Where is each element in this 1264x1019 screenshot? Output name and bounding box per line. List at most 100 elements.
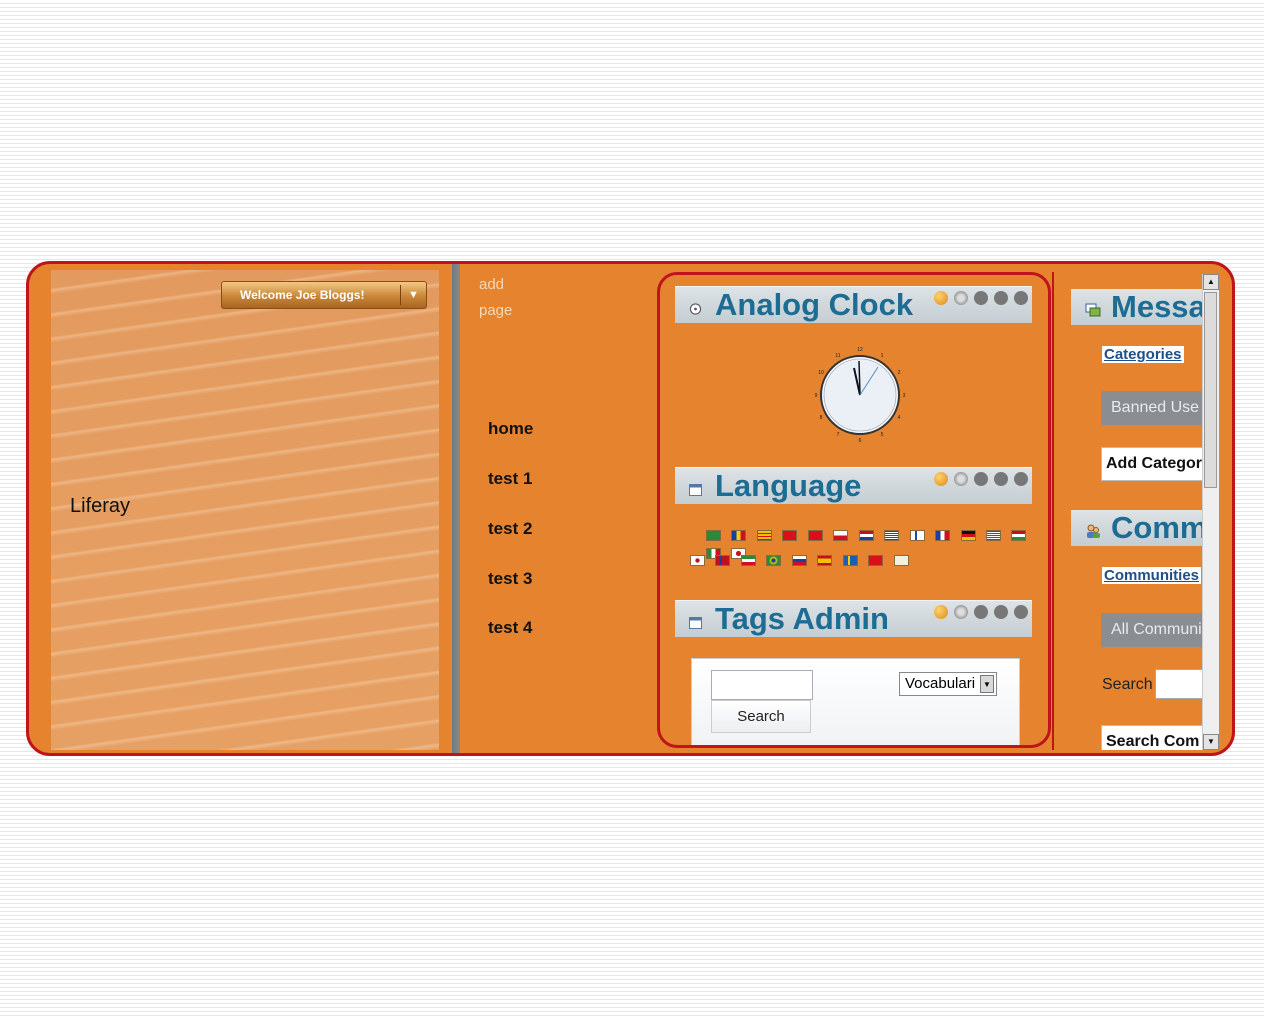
svg-text:11: 11 [835, 353, 840, 359]
flag-icon[interactable] [782, 530, 798, 541]
message-boards-title: Messa [1111, 289, 1206, 324]
configuration-icon[interactable] [954, 605, 968, 619]
language-flags-row-2 [690, 555, 915, 573]
minimize-icon[interactable] [974, 605, 988, 619]
configuration-icon[interactable] [954, 472, 968, 486]
svg-text:4: 4 [898, 415, 901, 421]
flag-icon[interactable] [731, 530, 747, 541]
portal-frame: Welcome Joe Bloggs! ▼ Liferay add page h… [26, 261, 1235, 756]
flag-icon[interactable] [842, 555, 858, 566]
svg-text:3: 3 [903, 393, 906, 399]
flag-icon[interactable] [715, 555, 731, 566]
look-and-feel-icon[interactable] [934, 291, 948, 305]
flag-icon[interactable] [807, 530, 823, 541]
right-column: Messa Categories Banned Use Add Categor … [1052, 272, 1211, 750]
svg-text:10: 10 [818, 370, 824, 376]
portlet-icon [689, 617, 702, 629]
portlet-tools [934, 605, 1032, 623]
all-communities-button[interactable]: All Communi [1101, 613, 1211, 647]
categories-link[interactable]: Categories [1102, 346, 1184, 363]
flag-icon[interactable] [858, 530, 874, 541]
flag-icon[interactable] [868, 555, 884, 566]
site-name: Liferay [70, 495, 131, 517]
close-icon[interactable] [1014, 291, 1028, 305]
flag-icon[interactable] [756, 530, 772, 541]
clock-icon [689, 303, 702, 315]
svg-text:12: 12 [857, 347, 863, 353]
flag-icon[interactable] [909, 530, 925, 541]
portlet-tools [934, 472, 1032, 490]
banner-panel: Welcome Joe Bloggs! ▼ Liferay [51, 270, 439, 750]
scroll-down-icon[interactable]: ▼ [1203, 734, 1219, 750]
welcome-label: Welcome Joe Bloggs! [240, 288, 365, 302]
flag-icon[interactable] [690, 555, 705, 566]
scroll-up-icon[interactable]: ▲ [1203, 274, 1219, 290]
nav-item-test-4[interactable]: test 4 [488, 618, 532, 638]
svg-text:9: 9 [815, 393, 818, 399]
search-communities-button[interactable]: Search Com [1101, 725, 1211, 750]
configuration-icon[interactable] [954, 291, 968, 305]
analog-clock-title: Analog Clock [715, 287, 914, 322]
vocabularies-select[interactable]: Vocabulari ▼ [899, 672, 997, 696]
svg-text:5: 5 [881, 432, 884, 438]
nav-item-home[interactable]: home [488, 419, 533, 439]
flag-icon[interactable] [935, 530, 951, 541]
portlet-tools [934, 291, 1032, 309]
vertical-scrollbar[interactable]: ▲ ▼ [1202, 274, 1219, 750]
close-icon[interactable] [1014, 605, 1028, 619]
analog-clock-header[interactable]: Analog Clock [675, 286, 1032, 323]
chevron-down-icon[interactable]: ▼ [980, 675, 994, 693]
flag-icon[interactable] [893, 555, 909, 566]
navigation: add page home test 1 test 2 test 3 test … [460, 264, 660, 753]
language-header[interactable]: Language [675, 467, 1032, 504]
scroll-thumb[interactable] [1204, 292, 1217, 488]
communities-title: Comm [1111, 510, 1208, 545]
tags-admin-title: Tags Admin [715, 601, 889, 636]
flag-icon[interactable] [706, 530, 721, 541]
flag-icon[interactable] [791, 555, 807, 566]
nav-item-test-2[interactable]: test 2 [488, 519, 532, 539]
nav-item-test-3[interactable]: test 3 [488, 569, 532, 589]
welcome-dock-button[interactable]: Welcome Joe Bloggs! ▼ [221, 281, 427, 309]
banned-users-button[interactable]: Banned Use [1101, 391, 1211, 425]
look-and-feel-icon[interactable] [934, 605, 948, 619]
tags-admin-header[interactable]: Tags Admin [675, 600, 1032, 637]
maximize-icon[interactable] [994, 291, 1008, 305]
svg-text:8: 8 [820, 415, 823, 421]
look-and-feel-icon[interactable] [934, 472, 948, 486]
add-category-button[interactable]: Add Categor [1101, 447, 1211, 481]
flag-icon[interactable] [833, 530, 849, 541]
analog-clock: 12 1 2 345 678 9 10 11 [800, 337, 920, 453]
clock-face: 1212 345 678 91011 [815, 347, 906, 444]
maximize-icon[interactable] [994, 472, 1008, 486]
svg-text:7: 7 [837, 432, 840, 438]
maximize-icon[interactable] [994, 605, 1008, 619]
flag-icon[interactable] [960, 530, 976, 541]
vocabularies-select-value: Vocabulari [905, 675, 976, 692]
close-icon[interactable] [1014, 472, 1028, 486]
message-boards-icon [1085, 303, 1101, 317]
flag-icon[interactable] [817, 555, 833, 566]
communities-link[interactable]: Communities [1102, 567, 1202, 584]
message-boards-header[interactable]: Messa [1071, 289, 1211, 325]
minimize-icon[interactable] [974, 472, 988, 486]
svg-text:6: 6 [859, 438, 862, 444]
flag-icon[interactable] [740, 555, 756, 566]
communities-icon [1087, 524, 1100, 538]
nav-item-test-1[interactable]: test 1 [488, 469, 532, 489]
column-divider [452, 264, 460, 753]
add-page-link[interactable]: add page [479, 272, 539, 324]
tags-search-input[interactable] [711, 670, 813, 700]
flag-icon[interactable] [985, 530, 1001, 541]
flag-icon[interactable] [884, 530, 900, 541]
language-title: Language [715, 468, 862, 503]
tags-search-button[interactable]: Search [711, 700, 811, 733]
minimize-icon[interactable] [974, 291, 988, 305]
center-column: Analog Clock 12 1 2 345 678 9 10 11 Lang… [657, 272, 1051, 748]
svg-text:1: 1 [881, 353, 884, 359]
tags-admin-body: Search Vocabulari ▼ [691, 658, 1020, 745]
flag-icon[interactable] [766, 555, 782, 566]
dock-arrow-icon[interactable]: ▼ [408, 282, 419, 308]
flag-icon[interactable] [1011, 530, 1027, 541]
communities-header[interactable]: Comm [1071, 510, 1211, 546]
